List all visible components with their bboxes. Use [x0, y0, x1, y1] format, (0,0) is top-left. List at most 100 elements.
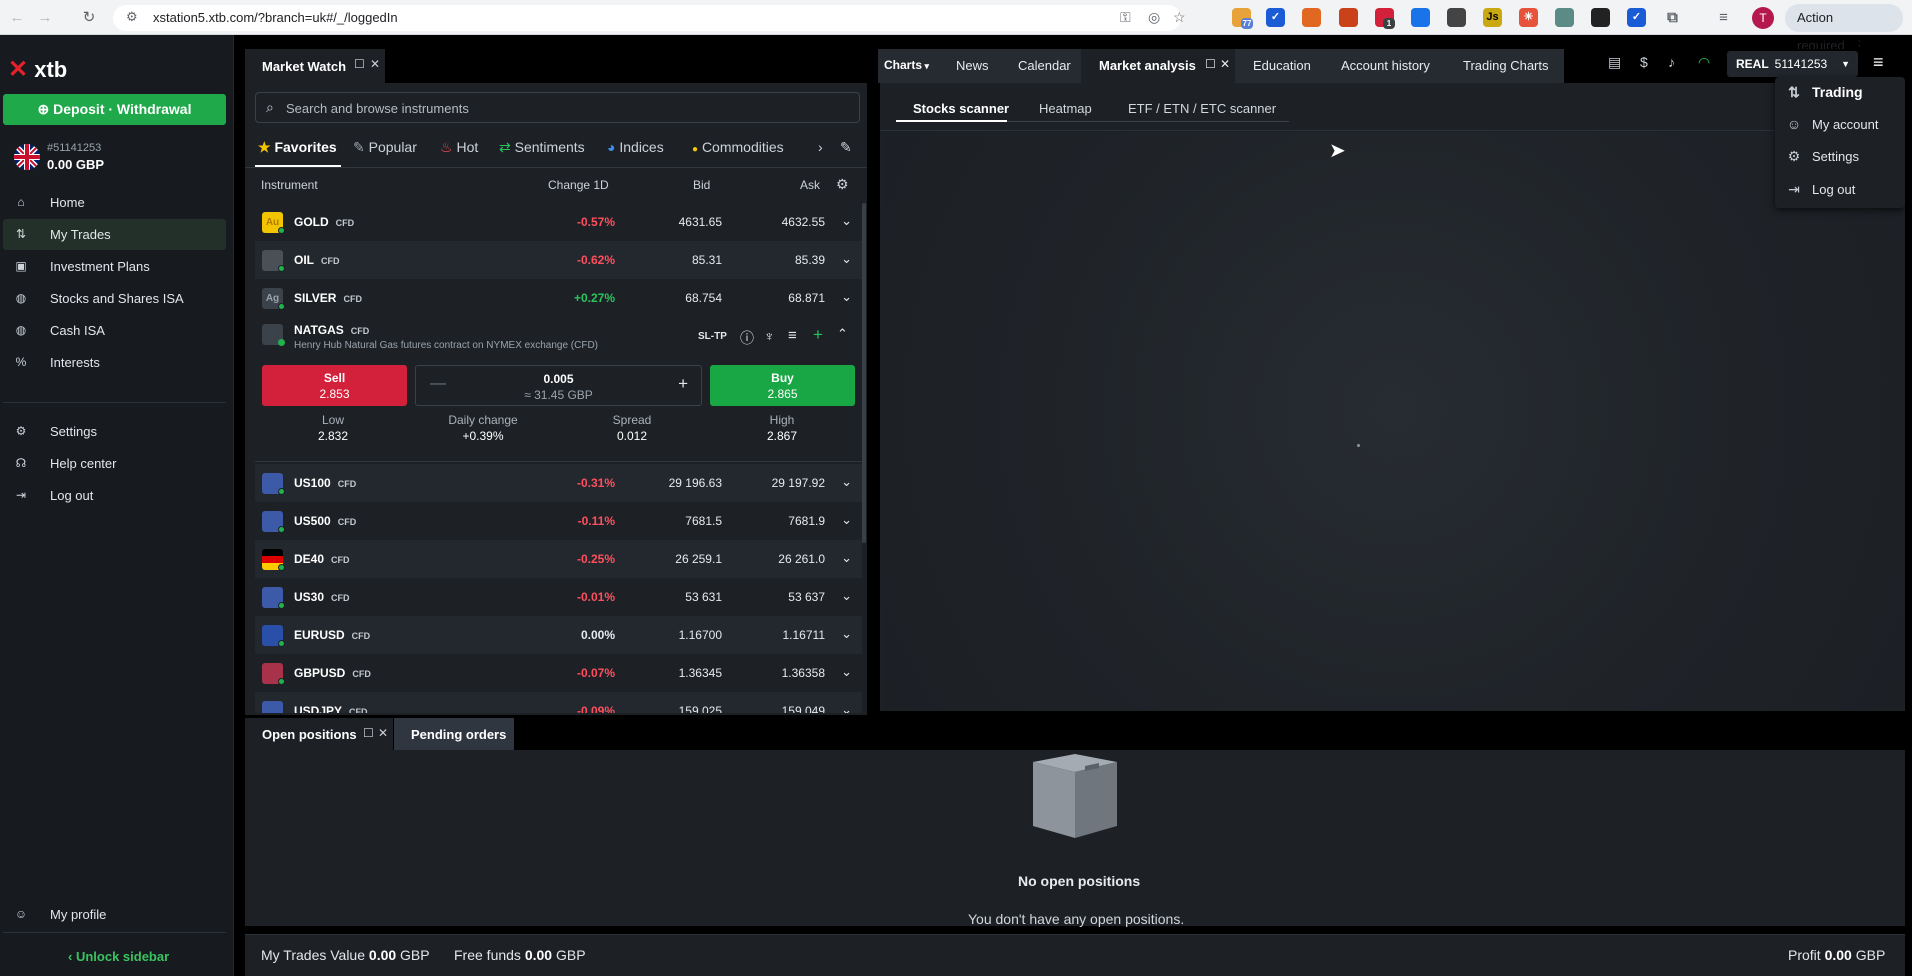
column-header-ask[interactable]: Ask: [800, 178, 820, 192]
maximize-icon[interactable]: ☐: [363, 726, 374, 740]
ask-value[interactable]: 53 637: [788, 590, 825, 604]
chevron-down-icon[interactable]: ⌄: [841, 588, 852, 604]
bid-value[interactable]: 1.36345: [679, 666, 722, 680]
account-selector[interactable]: REAL 51141253 ▼: [1727, 51, 1858, 77]
close-icon[interactable]: ✕: [1220, 57, 1230, 71]
eye-off-icon[interactable]: ◎: [1148, 9, 1160, 26]
ask-value[interactable]: 159.049: [782, 704, 825, 713]
column-header-change[interactable]: Change 1D: [548, 178, 609, 192]
chevron-right-icon[interactable]: ›: [818, 139, 823, 155]
extension-icon[interactable]: [1555, 8, 1574, 27]
subtab-etf-scanner[interactable]: ETF / ETN / ETC scanner: [1128, 101, 1276, 116]
chevron-down-icon[interactable]: ⌄: [841, 664, 852, 680]
site-info-icon[interactable]: ⚙: [126, 9, 138, 25]
extension-icon[interactable]: ✓: [1627, 8, 1646, 27]
action-required-button[interactable]: Action required ⋮: [1785, 4, 1903, 53]
close-icon[interactable]: ✕: [370, 57, 380, 71]
column-header-bid[interactable]: Bid: [693, 178, 710, 192]
menu-item-settings[interactable]: ⚙ Settings: [1775, 141, 1905, 172]
minus-icon[interactable]: —: [430, 375, 446, 393]
edit-pencil-icon[interactable]: ✎: [840, 139, 852, 156]
chevron-up-icon[interactable]: ⌃: [837, 326, 848, 342]
sidebar-item-interests[interactable]: % Interests: [3, 347, 226, 378]
extension-icon[interactable]: ✳: [1519, 8, 1538, 27]
uk-flag-icon[interactable]: [14, 144, 40, 170]
extension-icon[interactable]: [1591, 8, 1610, 27]
bell-icon[interactable]: ♪: [1668, 54, 1675, 70]
buy-button[interactable]: Buy 2.865: [710, 365, 855, 406]
reload-icon[interactable]: ↻: [78, 7, 100, 29]
instrument-row-us30[interactable]: US30 CFD -0.01% 53 631 53 637 ⌄: [255, 578, 862, 616]
password-key-icon[interactable]: ⚿: [1120, 9, 1131, 26]
bid-value[interactable]: 7681.5: [685, 514, 722, 528]
extension-icon[interactable]: [1411, 8, 1430, 27]
tab-news[interactable]: News: [956, 58, 989, 73]
instrument-row-usdjpy[interactable]: USDJPY CFD -0.09% 159.025 159.049 ⌄: [255, 692, 862, 713]
bid-value[interactable]: 1.16700: [679, 628, 722, 642]
sell-button[interactable]: Sell 2.853: [262, 365, 407, 406]
xtb-logo[interactable]: ✕ xtb: [8, 55, 67, 84]
bid-value[interactable]: 53 631: [685, 590, 722, 604]
tab-pending-orders[interactable]: Pending orders: [394, 718, 514, 750]
ask-value[interactable]: 1.36358: [782, 666, 825, 680]
volume-stepper[interactable]: — 0.005 ≈ 31.45 GBP +: [415, 365, 702, 406]
instrument-row-gbpusd[interactable]: GBPUSD CFD -0.07% 1.36345 1.36358 ⌄: [255, 654, 862, 692]
tab-open-positions[interactable]: Open positions ☐ ✕: [245, 718, 393, 750]
extension-icon[interactable]: ✓: [1266, 8, 1285, 27]
instrument-search-input[interactable]: ⌕ Search and browse instruments: [255, 92, 860, 123]
ask-value[interactable]: 68.871: [788, 291, 825, 305]
tab-education[interactable]: Education: [1253, 58, 1311, 73]
sidebar-item-investment-plans[interactable]: ▣ Investment Plans: [3, 251, 226, 282]
profile-avatar[interactable]: T: [1752, 7, 1774, 29]
sl-tp-button[interactable]: SL-TP: [698, 331, 727, 342]
instrument-row-silver[interactable]: Ag SILVER CFD +0.27% 68.754 68.871 ⌄: [255, 279, 862, 317]
bid-value[interactable]: 29 196.63: [669, 476, 722, 490]
ask-value[interactable]: 7681.9: [788, 514, 825, 528]
sidebar-item-my-profile[interactable]: ☺ My profile: [3, 899, 226, 930]
extensions-puzzle-icon[interactable]: ⧉: [1663, 8, 1682, 27]
market-watch-scrollbar[interactable]: [862, 203, 866, 543]
tab-trading-charts[interactable]: Trading Charts: [1463, 58, 1549, 73]
category-tab-hot[interactable]: ♨ Hot: [440, 139, 478, 156]
tab-charts[interactable]: Charts ▾: [884, 58, 929, 72]
instrument-symbol[interactable]: NATGAS CFD: [294, 323, 369, 337]
tab-market-analysis[interactable]: Market analysis: [1099, 58, 1196, 73]
chevron-down-icon[interactable]: ⌄: [841, 550, 852, 566]
add-favorite-plus-icon[interactable]: +: [813, 325, 823, 345]
deposit-withdrawal-button[interactable]: ⊕ Deposit · Withdrawal: [3, 94, 226, 125]
layout-icon[interactable]: ▤: [1608, 54, 1621, 71]
chevron-down-icon[interactable]: ⌄: [841, 251, 852, 267]
maximize-icon[interactable]: ☐: [1205, 57, 1216, 71]
hamburger-menu-icon[interactable]: ≡: [1873, 52, 1884, 73]
menu-item-trading[interactable]: ⇅ Trading: [1775, 77, 1905, 108]
extension-icon[interactable]: [1302, 8, 1321, 27]
ask-value[interactable]: 29 197.92: [772, 476, 825, 490]
address-bar[interactable]: ⚙ xstation5.xtb.com/?branch=uk#/_/logged…: [113, 5, 1186, 31]
column-header-instrument[interactable]: Instrument: [261, 178, 318, 192]
category-tab-sentiments[interactable]: ⇄ Sentiments: [499, 139, 585, 156]
ask-value[interactable]: 4632.55: [782, 215, 825, 229]
metamask-icon[interactable]: [1339, 8, 1358, 27]
forward-icon[interactable]: →: [34, 7, 56, 29]
chart-icon[interactable]: ♆: [764, 328, 775, 344]
bookmark-star-icon[interactable]: ☆: [1173, 9, 1186, 26]
tab-calendar[interactable]: Calendar: [1018, 58, 1071, 73]
bid-value[interactable]: 26 259.1: [675, 552, 722, 566]
column-settings-gear-icon[interactable]: ⚙: [836, 176, 849, 193]
menu-lines-icon[interactable]: ≡: [788, 327, 797, 344]
media-control-icon[interactable]: ≡: [1714, 8, 1733, 27]
instrument-row-us100[interactable]: US100 CFD -0.31% 29 196.63 29 197.92 ⌄: [255, 464, 862, 502]
category-tab-indices[interactable]: ◕ Indices: [607, 139, 664, 155]
bid-value[interactable]: 68.754: [685, 291, 722, 305]
category-tab-favorites[interactable]: ★ Favorites: [258, 139, 337, 156]
tab-market-watch[interactable]: Market Watch ☐ ✕: [245, 49, 385, 83]
maximize-icon[interactable]: ☐: [354, 57, 365, 71]
chevron-down-icon[interactable]: ⌄: [841, 213, 852, 229]
ask-value[interactable]: 1.16711: [783, 628, 826, 642]
extension-icon[interactable]: Js: [1483, 8, 1502, 27]
instrument-row-gold[interactable]: Au GOLD CFD -0.57% 4631.65 4632.55 ⌄: [255, 203, 862, 241]
sidebar-item-help-center[interactable]: ☊ Help center: [3, 448, 226, 479]
menu-item-log-out[interactable]: ⇥ Log out: [1775, 174, 1905, 205]
sidebar-item-home[interactable]: ⌂ Home: [3, 187, 226, 218]
category-tab-popular[interactable]: ✎ Popular: [353, 139, 417, 156]
